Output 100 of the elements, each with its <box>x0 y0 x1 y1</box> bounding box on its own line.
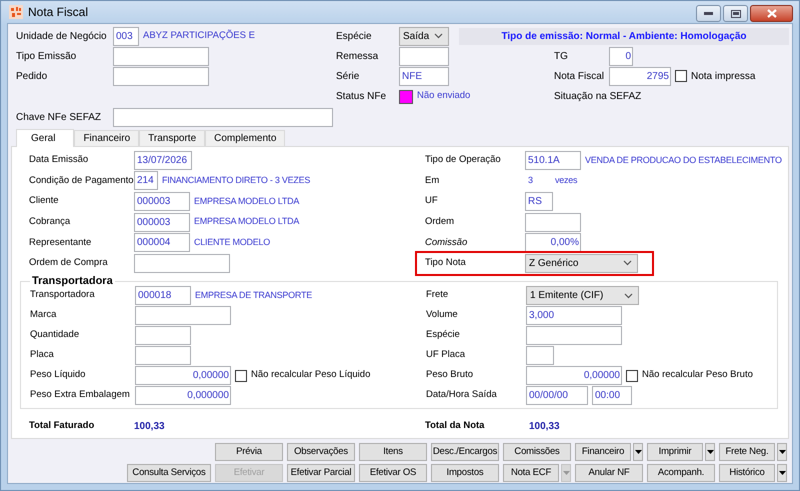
text-field[interactable]: 000003 <box>134 192 190 211</box>
close-button[interactable] <box>750 5 793 22</box>
tab[interactable]: Financeiro <box>74 130 140 146</box>
text-field[interactable]: 0,000000 <box>135 386 231 406</box>
description-text: CLIENTE MODELO <box>194 236 270 249</box>
text-field[interactable]: 0 <box>609 46 633 66</box>
tab[interactable]: Transporte <box>139 130 206 146</box>
caret-down-icon <box>778 471 786 475</box>
field-label: Transportadora <box>30 288 96 302</box>
text-field[interactable] <box>135 306 231 326</box>
action-button[interactable]: Acompanh. <box>647 464 715 482</box>
caret-down-icon <box>778 450 786 454</box>
dropdown[interactable]: 1 Emitente (CIF) <box>526 286 639 306</box>
total-value: 100,33 <box>134 420 166 434</box>
dropdown-arrow-button[interactable] <box>633 443 643 461</box>
text-field[interactable] <box>135 326 191 346</box>
dropdown[interactable]: Z Genérico <box>525 254 638 273</box>
action-button[interactable]: Comissões <box>503 443 571 461</box>
field-label: Placa <box>30 348 55 362</box>
text-field[interactable]: 13/07/2026 <box>134 150 192 170</box>
text-field[interactable]: RS <box>525 192 553 211</box>
field-label: Peso Bruto <box>426 368 474 382</box>
checkbox[interactable] <box>626 370 638 382</box>
text-field[interactable]: 510.1A <box>525 150 581 170</box>
close-icon <box>766 9 776 18</box>
action-button[interactable]: Efetivar Parcial <box>287 464 355 482</box>
field-label: Cobrança <box>29 214 72 229</box>
action-button[interactable]: Itens <box>359 443 427 461</box>
description-text: EMPRESA DE TRANSPORTE <box>195 288 312 302</box>
dropdown-arrow-button[interactable] <box>705 443 715 461</box>
action-button[interactable]: Frete Neg. <box>719 443 775 461</box>
field-label: Frete <box>426 288 450 302</box>
text-field[interactable] <box>525 212 581 232</box>
action-button[interactable]: Imprimir <box>647 443 703 461</box>
action-button[interactable]: Impostos <box>431 464 499 482</box>
group-title: Transportadora <box>31 276 114 287</box>
text-field[interactable]: 000004 <box>134 233 190 252</box>
caret-down-icon <box>562 471 570 475</box>
checkbox-label[interactable]: Não recalcular Peso Bruto <box>642 368 753 383</box>
text-field[interactable] <box>135 346 191 366</box>
action-button[interactable]: Histórico <box>719 464 775 482</box>
tab[interactable]: Geral <box>16 129 74 147</box>
action-button[interactable]: Consulta Serviços <box>127 464 211 482</box>
text-field[interactable] <box>113 66 209 86</box>
checkbox-label[interactable]: Nota impressa <box>691 68 756 84</box>
text-field[interactable]: 00/00/00 <box>526 386 588 406</box>
text-field[interactable] <box>526 346 554 366</box>
text-field[interactable]: 0,00% <box>525 233 581 252</box>
field-label: TG <box>554 50 569 64</box>
checkbox-label[interactable]: Não recalcular Peso Líquido <box>251 368 370 383</box>
text-field[interactable]: 003 <box>113 26 139 46</box>
text-field[interactable]: 000018 <box>135 286 191 306</box>
minimize-icon <box>704 12 713 15</box>
text-field[interactable]: 2795 <box>609 66 671 86</box>
field-label: UF Placa <box>426 348 466 362</box>
tab[interactable]: Complemento <box>205 130 286 146</box>
minimize-button[interactable] <box>696 5 721 22</box>
text-field[interactable] <box>113 46 209 66</box>
field-label: Remessa <box>336 50 380 64</box>
text-field[interactable]: NFE <box>399 66 449 86</box>
checkbox[interactable] <box>235 370 247 382</box>
chevron-down-icon <box>623 260 632 266</box>
description-text: ABYZ PARTICIPAÇÕES E <box>143 28 255 43</box>
unit-text: vezes <box>555 174 578 188</box>
field-label: Tipo Emissão <box>16 50 78 64</box>
total-label: Total Faturado <box>29 418 96 433</box>
field-label: Situação na SEFAZ <box>554 90 642 104</box>
field-label: Quantidade <box>30 328 80 342</box>
dropdown[interactable]: Saída <box>399 26 449 46</box>
text-field[interactable] <box>134 254 230 273</box>
text-field[interactable] <box>113 108 333 127</box>
text-field[interactable]: 0,00000 <box>526 366 622 386</box>
description-text: VENDA DE PRODUCAO DO ESTABELECIMENTO <box>585 154 782 167</box>
field-label: Marca <box>30 308 58 322</box>
field-label: Espécie <box>336 30 373 44</box>
action-button[interactable]: Efetivar OS <box>359 464 427 482</box>
action-button[interactable]: Observações <box>287 443 355 461</box>
dropdown-arrow-button[interactable] <box>777 464 787 482</box>
text-field[interactable]: 000003 <box>134 212 190 232</box>
dropdown-arrow-button[interactable] <box>777 443 787 461</box>
maximize-button[interactable] <box>723 5 748 22</box>
field-label: Data/Hora Saída <box>426 388 498 402</box>
chevron-down-icon <box>624 292 633 299</box>
text-field[interactable]: 3,000 <box>526 306 622 326</box>
text-field[interactable]: 0,00000 <box>135 366 231 386</box>
text-field[interactable] <box>526 326 622 346</box>
text-field[interactable]: 00:00 <box>592 386 632 406</box>
field-label: Chave NFe SEFAZ <box>16 111 102 125</box>
text-field[interactable]: 214 <box>134 171 158 190</box>
action-button[interactable]: Desc./Encargos <box>431 443 499 461</box>
checkbox[interactable] <box>675 70 687 82</box>
text-field[interactable] <box>399 46 449 66</box>
action-button[interactable]: Anular NF <box>575 464 643 482</box>
action-button[interactable]: Prévia <box>215 443 283 461</box>
restore-icon <box>730 10 740 18</box>
field-label: Peso Líquido <box>30 368 86 382</box>
action-button[interactable]: Nota ECF <box>503 464 559 482</box>
description-text: FINANCIAMENTO DIRETO - 3 VEZES <box>162 174 310 188</box>
field-label: Status NFe <box>336 90 388 104</box>
action-button[interactable]: Financeiro <box>575 443 631 461</box>
